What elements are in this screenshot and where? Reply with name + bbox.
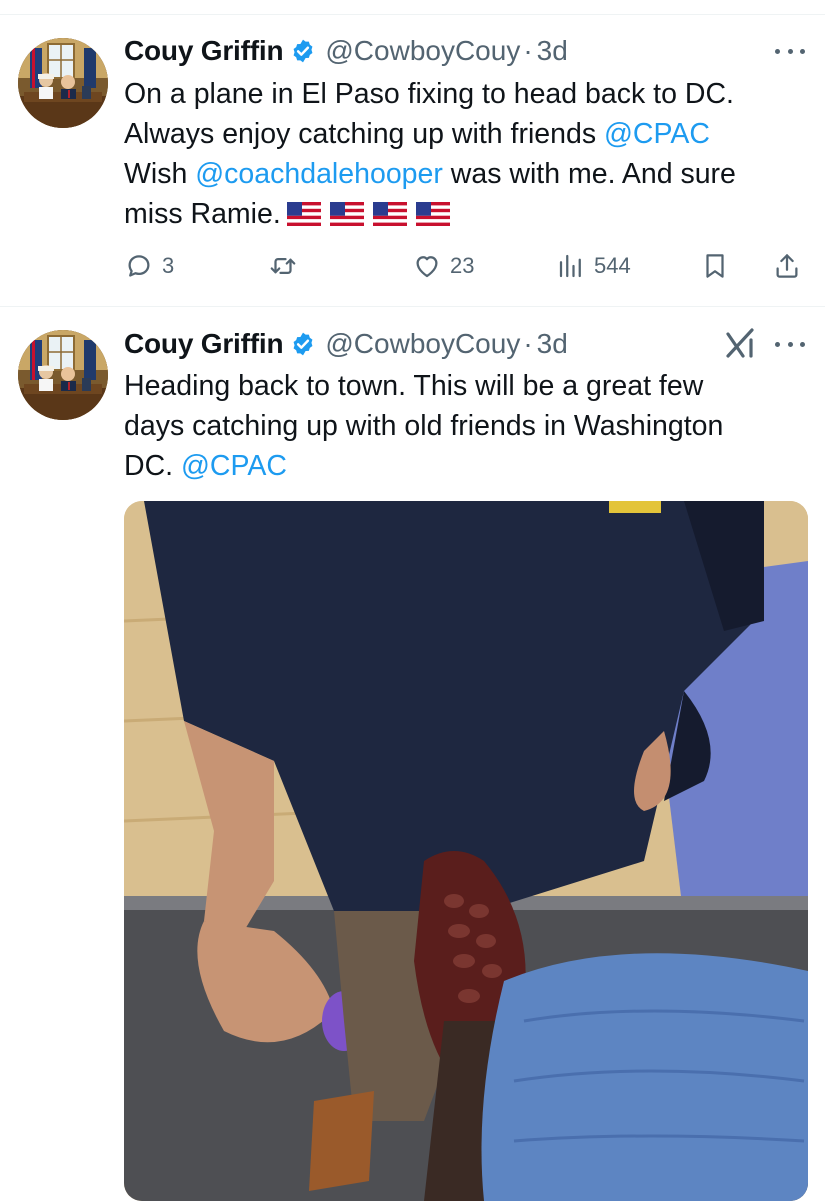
reply-icon: [128, 255, 150, 277]
timestamp[interactable]: 3d: [537, 328, 568, 360]
views-chart-icon: [559, 254, 581, 278]
tweet-text-line: DC.: [124, 450, 181, 482]
share-button[interactable]: [772, 246, 802, 286]
mention-link[interactable]: @CPAC: [181, 450, 287, 482]
avatar[interactable]: [18, 38, 108, 128]
avatar[interactable]: [18, 330, 108, 420]
verified-badge-icon[interactable]: [290, 38, 316, 64]
tweet-text-line: On a plane in El Paso fixing to head bac…: [124, 78, 734, 110]
tweet-1[interactable]: Couy Griffin @CowboyCouy · 3d On a plane…: [0, 0, 825, 306]
like-count: 23: [450, 253, 475, 278]
heart-icon: [416, 256, 438, 278]
avatar-photo-icon: [18, 38, 108, 128]
author-name[interactable]: Couy Griffin: [124, 35, 284, 67]
share-icon: [776, 254, 798, 278]
bookmark-icon: [706, 254, 724, 278]
mention-link[interactable]: @coachdalehooper: [195, 158, 443, 190]
author-name[interactable]: Couy Griffin: [124, 328, 284, 360]
photo-boots-on-plane-icon: [124, 501, 808, 1201]
repost-icon: [270, 258, 296, 274]
us-flag-icon: [415, 202, 450, 226]
repost-button[interactable]: [268, 246, 306, 286]
tweet-text-line: Wish: [124, 158, 196, 190]
grok-icon[interactable]: [722, 326, 758, 362]
author-handle[interactable]: @CowboyCouy: [325, 328, 520, 360]
us-flag-icon: [286, 202, 321, 226]
more-options-icon[interactable]: [775, 44, 805, 58]
tweet-header: Couy Griffin @CowboyCouy · 3d: [124, 34, 568, 68]
reply-count: 3: [162, 253, 175, 278]
tweet-text-line: Always enjoy catching up with friends: [124, 118, 604, 150]
us-flag-icon: [329, 202, 364, 226]
author-handle[interactable]: @CowboyCouy: [325, 35, 520, 67]
tweet-text-line: miss Ramie.: [124, 198, 281, 230]
separator-dot: ·: [523, 35, 533, 66]
bookmark-button[interactable]: [700, 246, 730, 286]
tweet-header: Couy Griffin @CowboyCouy · 3d: [124, 327, 568, 361]
timestamp[interactable]: 3d: [537, 35, 568, 67]
flag-emoji-group: [286, 202, 450, 226]
tweet-text: Heading back to town. This will be a gre…: [124, 366, 814, 486]
mention-link[interactable]: @CPAC: [604, 118, 710, 150]
avatar-photo-icon: [18, 330, 108, 420]
more-options-icon[interactable]: [775, 337, 805, 351]
like-button[interactable]: 23: [412, 246, 474, 286]
tweet-text-line: Heading back to town. This will be a gre…: [124, 370, 704, 402]
us-flag-icon: [372, 202, 407, 226]
reply-button[interactable]: 3: [124, 246, 174, 286]
separator-dot: ·: [523, 328, 533, 359]
views-button[interactable]: 544: [556, 246, 631, 286]
tweet-text-line: days catching up with old friends in Was…: [124, 410, 724, 442]
view-count: 544: [594, 253, 631, 278]
tweet-text-line: was with me. And sure: [442, 158, 736, 190]
verified-badge-icon[interactable]: [290, 331, 316, 357]
action-bar: 3 23 544: [124, 246, 814, 286]
tweet-text: On a plane in El Paso fixing to head bac…: [124, 74, 814, 234]
tweet-photo[interactable]: [124, 501, 808, 1201]
